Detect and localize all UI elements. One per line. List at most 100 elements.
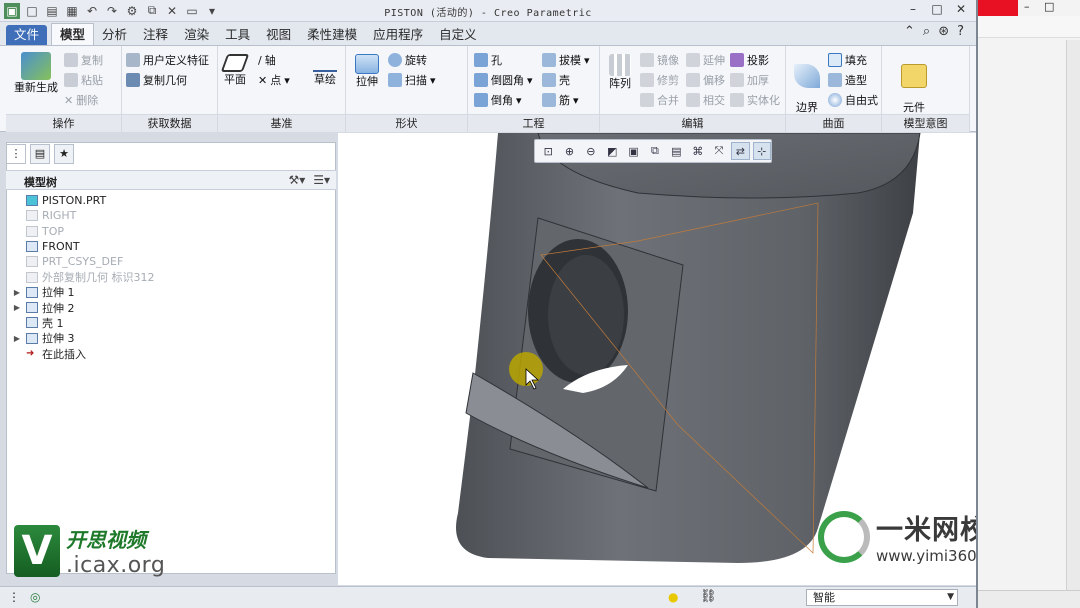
maximize-button[interactable]: □	[928, 2, 946, 18]
background-window-close[interactable]	[978, 0, 1018, 16]
tab-tools[interactable]: 工具	[217, 25, 258, 45]
copy-icon	[64, 53, 78, 67]
selection-icon[interactable]: ⛓	[700, 589, 717, 604]
tab-customize[interactable]: 自定义	[431, 25, 485, 45]
tab-annotate[interactable]: 注释	[135, 25, 176, 45]
tree-item-label: 在此插入	[42, 347, 86, 361]
zoom-out-icon[interactable]: ⊖	[582, 142, 600, 160]
background-scrollbar[interactable]	[1066, 40, 1080, 590]
tree-item-label: RIGHT	[42, 209, 77, 223]
datum-display-icon[interactable]: ⤧	[710, 142, 728, 160]
rib-button[interactable]: 筋 ▾	[542, 92, 579, 108]
minimize-button[interactable]: –	[904, 2, 922, 18]
tab-model[interactable]: 模型	[51, 23, 95, 45]
group-model-intent: 元件 界面 模型意图	[882, 46, 970, 132]
revolve-button[interactable]: 旋转	[388, 52, 427, 68]
pattern-button[interactable]: 阵列	[604, 54, 636, 90]
sketch-button[interactable]: 草绘	[310, 54, 340, 86]
expand-arrow-icon[interactable]: ▶	[12, 288, 22, 297]
tree-show-icon[interactable]: ☰▾	[313, 173, 330, 187]
draft-button[interactable]: 拔模 ▾	[542, 52, 590, 68]
tab-file[interactable]: 文件	[6, 25, 48, 45]
tree-item[interactable]: FRONT	[12, 239, 80, 254]
feat-icon	[26, 286, 38, 298]
navigator-toggle-icon[interactable]: ⋮	[8, 590, 20, 604]
zoom-in-icon[interactable]: ⊕	[560, 142, 578, 160]
mirror-button[interactable]: 镜像	[640, 52, 679, 68]
chevron-down-icon: ▾	[284, 73, 290, 87]
model-tree-title: 模型树	[24, 176, 57, 189]
minimize-ribbon-icon[interactable]: ⌃	[904, 24, 915, 39]
tree-item[interactable]: PRT_CSYS_DEF	[12, 254, 123, 269]
freestyle-button[interactable]: 自由式	[828, 92, 878, 108]
tree-settings-icon[interactable]: ⚒▾	[288, 173, 305, 187]
offset-button[interactable]: 偏移	[686, 72, 725, 88]
sweep-button[interactable]: 扫描 ▾	[388, 72, 436, 88]
window-title: PISTON (活动的) - Creo Parametric	[384, 8, 592, 19]
bg-restore-icon[interactable]: □	[1044, 0, 1054, 13]
copy-geometry-button[interactable]: 复制几何	[126, 72, 187, 88]
shell-icon	[542, 73, 556, 87]
repaint-icon[interactable]: ◩	[603, 142, 621, 160]
selection-filter[interactable]: 智能 ▼	[806, 589, 958, 606]
refit-icon[interactable]: ⊡	[539, 142, 557, 160]
browser-toggle-icon[interactable]: ◎	[30, 590, 40, 604]
favorites-tab-icon[interactable]: ★	[54, 144, 74, 164]
tab-flexible-modeling[interactable]: 柔性建模	[299, 25, 365, 45]
paste-icon	[64, 73, 78, 87]
udf-button[interactable]: 用户定义特征	[126, 52, 209, 68]
axis-button[interactable]: / 轴	[258, 52, 276, 68]
expand-arrow-icon[interactable]: ▶	[12, 334, 22, 343]
solidify-button[interactable]: 实体化	[730, 92, 780, 108]
spin-center-icon[interactable]: ⊹	[752, 142, 771, 160]
extend-button[interactable]: 延伸	[686, 52, 725, 68]
folder-browser-tab-icon[interactable]: ▤	[30, 144, 50, 164]
tree-item[interactable]: ▶ 拉伸 2	[12, 300, 75, 315]
tree-item[interactable]: PISTON.PRT	[12, 193, 106, 208]
tree-item[interactable]: 壳 1	[12, 315, 64, 330]
annotation-display-icon[interactable]: ⇄	[731, 142, 750, 160]
paste-button[interactable]: 粘贴	[64, 72, 103, 88]
style-button[interactable]: 造型	[828, 72, 867, 88]
plane-icon	[26, 240, 38, 252]
intersect-button[interactable]: 相交	[686, 92, 725, 108]
project-button[interactable]: 投影	[730, 52, 769, 68]
copy-button[interactable]: 复制	[64, 52, 103, 68]
model-tree-tab-icon[interactable]: ⋮	[6, 144, 26, 164]
tree-item[interactable]: ➜ 在此插入	[12, 346, 86, 361]
plane-button[interactable]: 平面	[220, 54, 250, 86]
round-button[interactable]: 倒圆角 ▾	[474, 72, 533, 88]
tab-applications[interactable]: 应用程序	[365, 25, 431, 45]
expand-arrow-icon[interactable]: ▶	[12, 303, 22, 312]
thicken-button[interactable]: 加厚	[730, 72, 769, 88]
hole-button[interactable]: 孔	[474, 52, 502, 68]
tab-analysis[interactable]: 分析	[94, 25, 135, 45]
close-button[interactable]: ✕	[952, 2, 970, 18]
perspective-icon[interactable]: ⌘	[689, 142, 707, 160]
fill-button[interactable]: 填充	[828, 52, 867, 68]
tree-item[interactable]: TOP	[12, 224, 64, 239]
chamfer-button[interactable]: 倒角 ▾	[474, 92, 522, 108]
help-icon[interactable]: ?	[957, 24, 964, 39]
tab-render[interactable]: 渲染	[176, 25, 217, 45]
merge-button[interactable]: 合并	[640, 92, 679, 108]
settings-icon[interactable]: ⊛	[938, 24, 949, 39]
bg-minimize-icon[interactable]: –	[1024, 0, 1030, 13]
tree-item[interactable]: RIGHT	[12, 208, 76, 223]
extrude-button[interactable]: 拉伸	[350, 54, 384, 88]
chevron-down-icon: ▾	[573, 93, 579, 107]
tree-item[interactable]: ▶ 拉伸 1	[12, 285, 75, 300]
point-button[interactable]: ✕ 点 ▾	[258, 72, 290, 88]
regenerate-button[interactable]: 重新生成	[8, 52, 64, 94]
tab-view[interactable]: 视图	[258, 25, 299, 45]
trim-button[interactable]: 修剪	[640, 72, 679, 88]
ribbon-tabs: 文件 模型 分析 注释 渲染 工具 视图 柔性建模 应用程序 自定义 ⌃ ⌕ ⊛…	[0, 22, 976, 46]
display-style-icon[interactable]: ▣	[624, 142, 642, 160]
delete-button[interactable]: ✕ 删除	[64, 92, 98, 108]
view-manager-icon[interactable]: ▤	[667, 142, 685, 160]
tree-item[interactable]: 外部复制几何 标识312	[12, 270, 155, 285]
tree-item[interactable]: ▶ 拉伸 3	[12, 331, 75, 346]
saved-orientations-icon[interactable]: ⧉	[646, 142, 664, 160]
search-icon[interactable]: ⌕	[923, 24, 930, 39]
shell-button[interactable]: 壳	[542, 72, 570, 88]
